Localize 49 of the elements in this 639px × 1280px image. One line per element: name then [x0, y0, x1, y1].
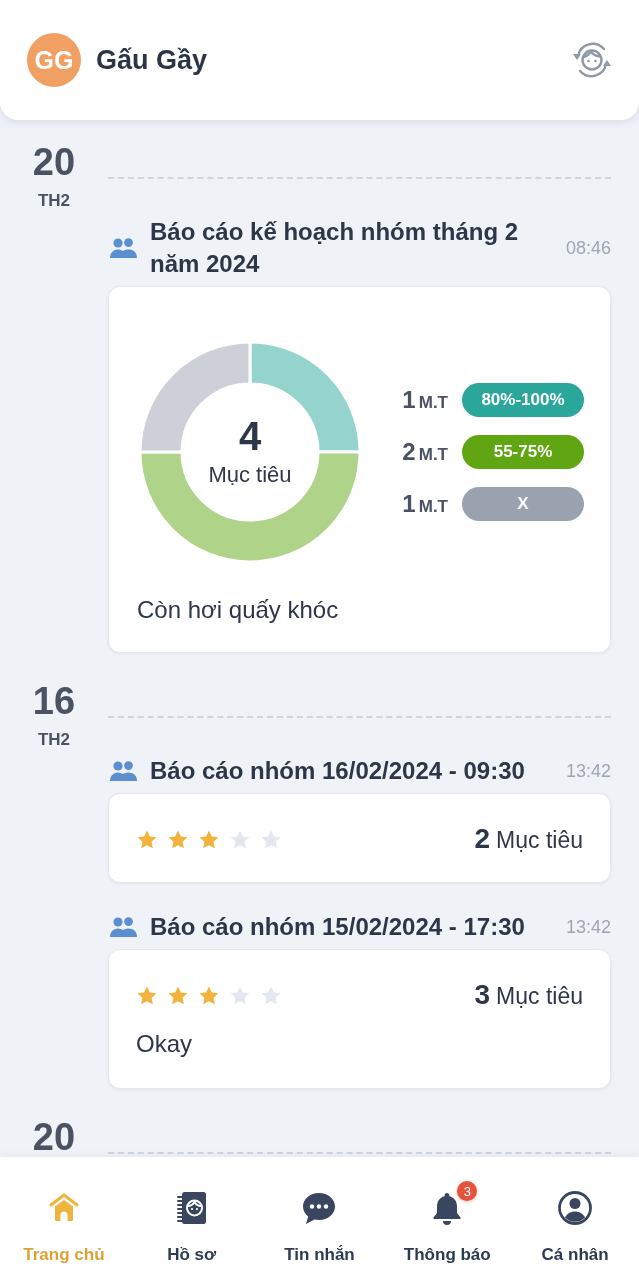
- report-note: Còn hơi quấy khóc: [137, 595, 340, 625]
- group-icon: [110, 761, 137, 781]
- bell-icon: [431, 1191, 464, 1225]
- report-note: Okay: [136, 1029, 193, 1059]
- score-range-tag: 55-75%: [462, 435, 584, 469]
- score-range-tag: X: [462, 487, 584, 521]
- report-time: 13:42: [565, 760, 611, 782]
- notebook-face-icon: [174, 1190, 209, 1226]
- goal-count: 3 Mục tiêu: [474, 982, 583, 1009]
- user-circle-icon: [557, 1190, 594, 1226]
- report-card[interactable]: 2 Mục tiêu: [108, 793, 611, 883]
- star-icon: [198, 828, 220, 851]
- group-icon: [110, 238, 137, 258]
- report-time: 13:42: [565, 916, 611, 938]
- chat-bubble-icon: [301, 1191, 338, 1225]
- weekday-label: TH2: [37, 190, 71, 212]
- star-icon: [136, 828, 158, 851]
- star-icon: [198, 984, 220, 1007]
- report-card[interactable]: 3 Mục tiêu Okay: [108, 949, 611, 1089]
- goal-count: 2 M.T: [402, 438, 448, 466]
- report-time: 08:46: [565, 237, 611, 259]
- total-count: 4: [238, 415, 262, 457]
- goal-count: 1 M.T: [402, 490, 448, 518]
- star-icon: [260, 984, 282, 1007]
- report-title: Báo cáo nhóm 16/02/2024 - 09:30: [150, 756, 526, 786]
- star-icon: [229, 984, 251, 1007]
- nav-tab[interactable]: Cá nhân: [511, 1157, 639, 1280]
- day-number: 16: [32, 683, 76, 719]
- star-icon: [136, 984, 158, 1007]
- day-number: 20: [32, 1119, 76, 1155]
- nav-tab[interactable]: Hồ sơ: [127, 1157, 256, 1280]
- total-label: Mục tiêu: [208, 461, 292, 489]
- star-icon: [167, 984, 189, 1007]
- child-name: Gấu Gầy: [96, 44, 209, 76]
- star-icon: [167, 828, 189, 851]
- score-range-tag: 80%-100%: [462, 383, 584, 417]
- report-title: Báo cáo nhóm 15/02/2024 - 17:30: [150, 912, 526, 942]
- goal-count: 1 M.T: [402, 386, 448, 414]
- goal-count: 2 Mục tiêu: [474, 826, 583, 853]
- nav-tab[interactable]: 3 Thông báo: [383, 1157, 512, 1280]
- report-title: Báo cáo kế hoạch nhóm tháng 2 năm 2024: [150, 217, 520, 279]
- nav-tab[interactable]: Tin nhắn: [255, 1157, 384, 1280]
- star-icon: [229, 828, 251, 851]
- weekday-label: TH2: [37, 729, 71, 751]
- report-card[interactable]: 4 Mục tiêu 1 M.T 80%-100% 2 M.T 55-75% 1 M.T X Còn hơi quấy khóc: [108, 286, 611, 653]
- star-icon: [260, 828, 282, 851]
- group-icon: [110, 917, 137, 937]
- day-number: 20: [32, 144, 76, 180]
- notification-count-badge: 3: [457, 1181, 478, 1201]
